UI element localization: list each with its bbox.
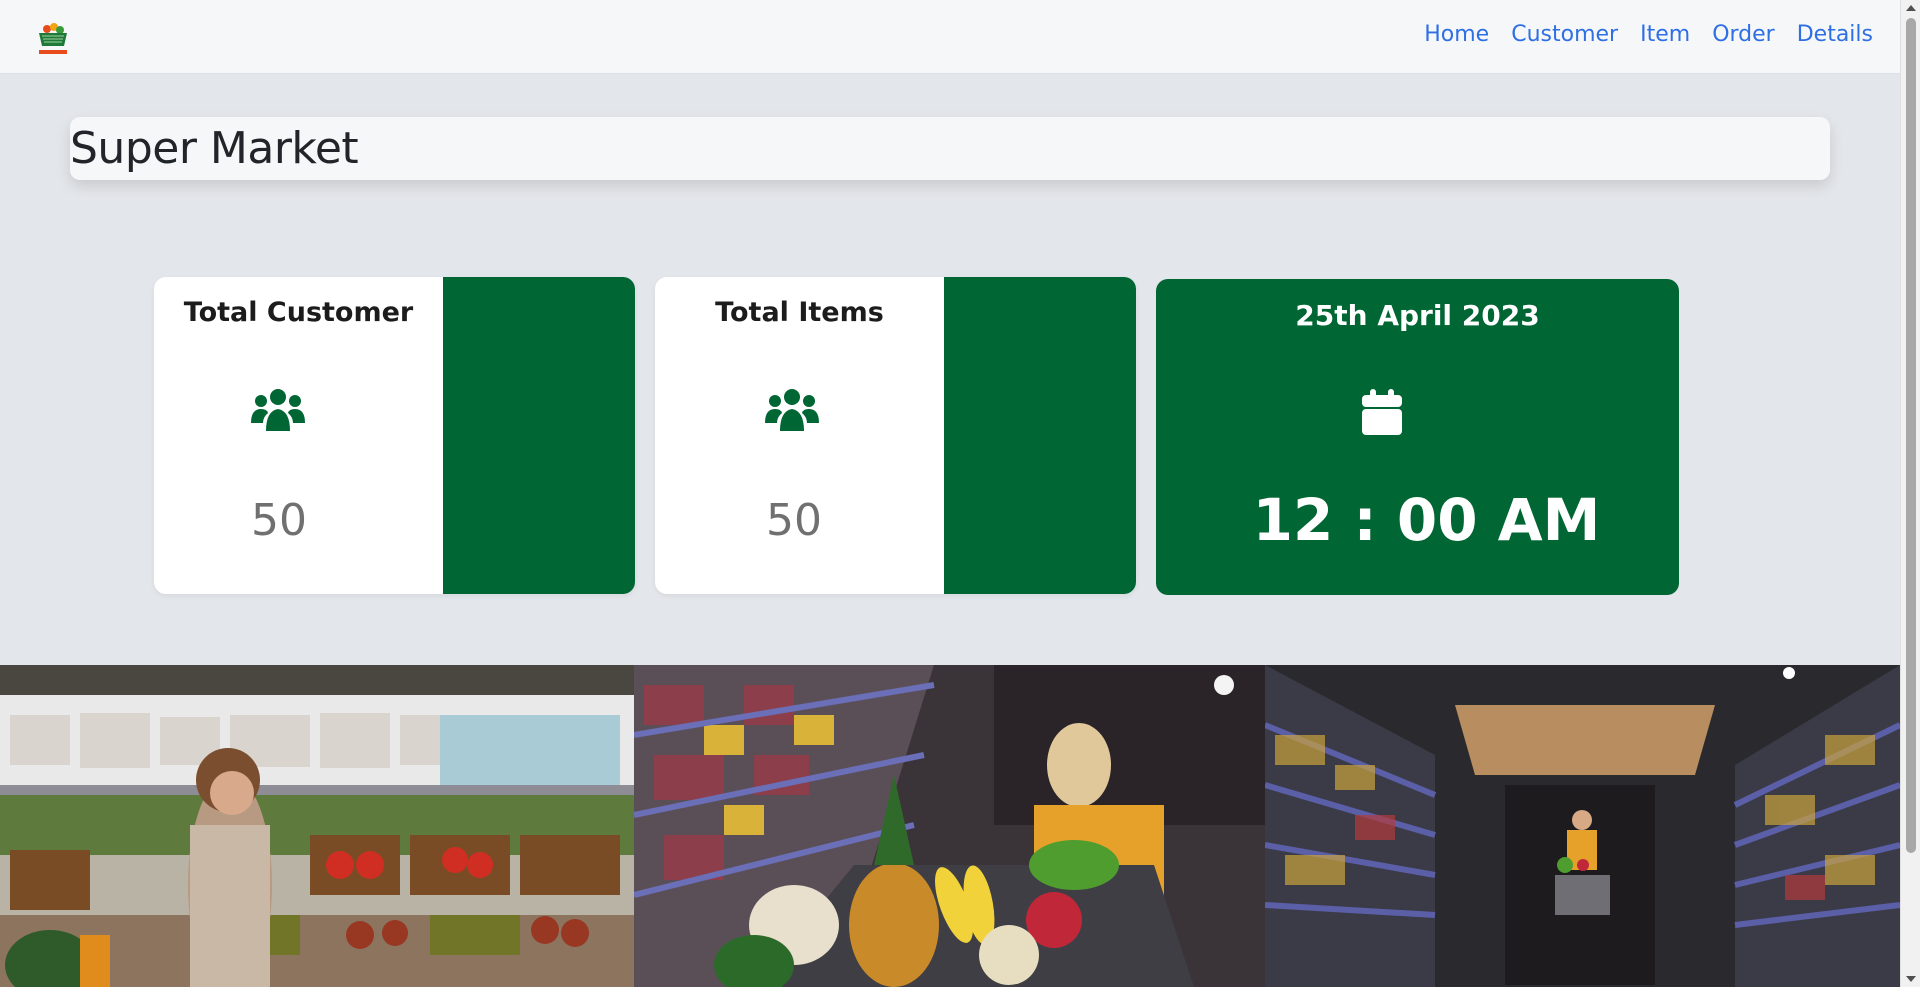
- shopping-cart-fruits-photo: [634, 665, 1265, 987]
- page-title-card: Super Market: [70, 117, 1830, 180]
- users-icon: [251, 389, 305, 431]
- navbar: Home Customer Item Order Details: [0, 0, 1900, 74]
- page-scrollbar[interactable]: [1900, 0, 1920, 987]
- woman-shopping-produce-photo: [0, 665, 634, 987]
- total-items-label: Total Items: [715, 297, 884, 328]
- date-time-card: 25th April 2023 12 : 00 AM: [1156, 279, 1679, 595]
- users-icon: [765, 389, 819, 431]
- nav-links: Home Customer Item Order Details: [1402, 22, 1873, 47]
- total-customer-value: 50: [251, 495, 307, 546]
- scroll-down-arrow-icon[interactable]: [1906, 976, 1916, 982]
- nav-details-link[interactable]: Details: [1797, 22, 1873, 47]
- supermarket-logo[interactable]: [33, 22, 73, 58]
- calendar-icon: [1362, 389, 1402, 435]
- supermarket-aisle-photo: [1265, 665, 1900, 987]
- card-accent-panel: [944, 277, 1136, 594]
- card-accent-panel: [443, 277, 635, 594]
- scroll-up-arrow-icon[interactable]: [1906, 5, 1916, 11]
- current-date: 25th April 2023: [1295, 299, 1540, 332]
- total-items-card: Total Items 50: [655, 277, 1136, 594]
- nav-item-link[interactable]: Item: [1640, 22, 1690, 47]
- nav-customer-link[interactable]: Customer: [1511, 22, 1618, 47]
- page-title: Super Market: [70, 123, 359, 174]
- nav-home-link[interactable]: Home: [1424, 22, 1489, 47]
- scrollbar-thumb[interactable]: [1906, 18, 1916, 853]
- total-customer-card: Total Customer 50: [154, 277, 635, 594]
- total-customer-label: Total Customer: [183, 297, 414, 328]
- total-items-value: 50: [766, 495, 822, 546]
- current-time: 12 : 00 AM: [1252, 486, 1601, 554]
- nav-order-link[interactable]: Order: [1712, 22, 1775, 47]
